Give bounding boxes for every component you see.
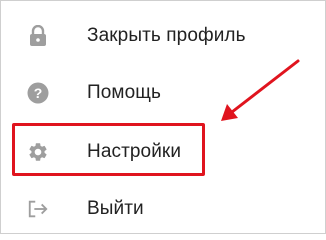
menu-item-label: Помощь <box>87 82 161 103</box>
menu-item-label: Настройки <box>87 141 182 162</box>
svg-text:?: ? <box>34 85 43 101</box>
help-circle-icon: ? <box>27 82 49 104</box>
menu-panel: Закрыть профиль ? Помощь Настройки Выйти <box>0 0 326 234</box>
menu-item-logout[interactable]: Выйти <box>1 184 325 233</box>
lock-icon <box>27 25 49 47</box>
profile-menu: Закрыть профиль ? Помощь Настройки Выйти <box>1 1 325 233</box>
logout-icon <box>27 198 49 220</box>
menu-item-settings[interactable]: Настройки <box>1 127 325 177</box>
menu-item-label: Закрыть профиль <box>87 25 246 46</box>
gear-icon <box>27 141 49 163</box>
menu-item-help[interactable]: ? Помощь <box>1 68 325 118</box>
menu-item-label: Выйти <box>87 198 144 219</box>
menu-item-close-profile[interactable]: Закрыть профиль <box>1 11 325 61</box>
